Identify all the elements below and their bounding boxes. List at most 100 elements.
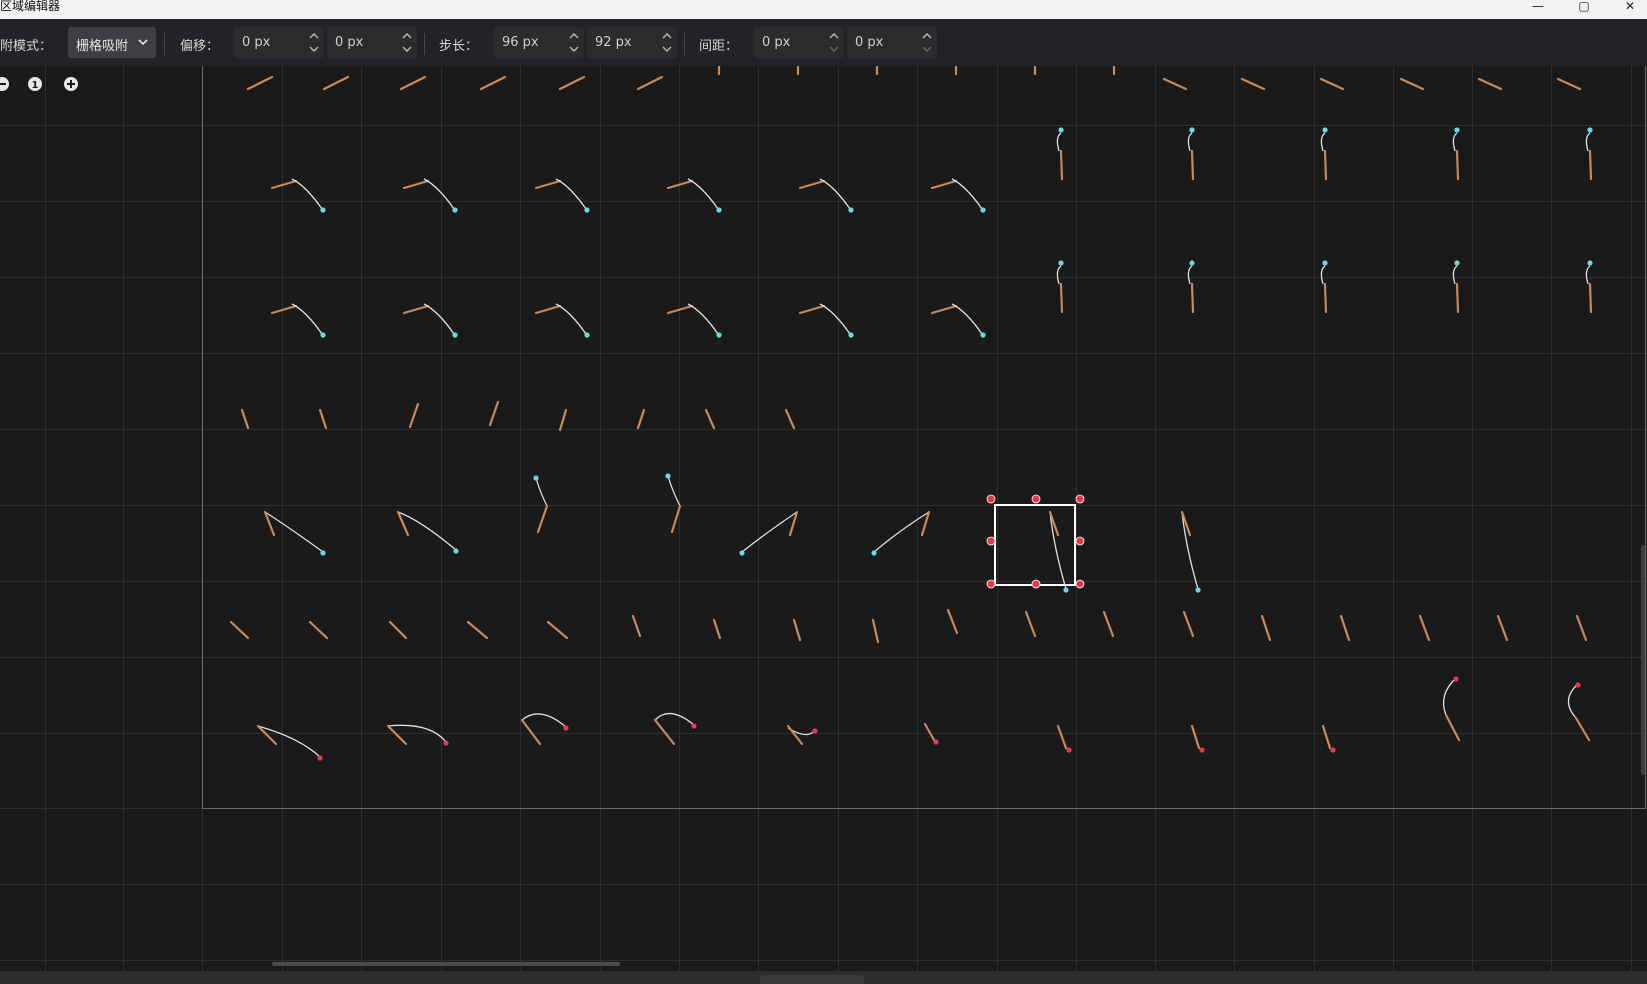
rod-sprite — [1321, 724, 1332, 750]
fishing-line-sprite — [687, 178, 719, 210]
sprite-sheet-canvas[interactable]: 1 — [0, 66, 1647, 971]
toolbar-divider — [164, 33, 165, 55]
window-title: 区域编辑器 — [0, 0, 61, 13]
hook-sprite — [1199, 747, 1205, 753]
selection-outline[interactable] — [994, 504, 1076, 586]
resize-handle[interactable] — [1075, 536, 1085, 546]
snap-mode-select[interactable]: 栅格吸附 — [68, 27, 156, 58]
hook-sprite — [980, 332, 986, 338]
resize-handle[interactable] — [1031, 579, 1041, 589]
grid-lines — [0, 66, 1647, 971]
rod-sprite — [246, 75, 274, 91]
rod-sprite — [1588, 282, 1593, 314]
vertical-scrollbar[interactable] — [1641, 545, 1645, 775]
rod-sprite — [322, 75, 350, 91]
hook-sprite — [1063, 587, 1069, 593]
hook-sprite — [739, 550, 745, 556]
selection-box[interactable] — [986, 494, 1085, 589]
close-button[interactable]: ✕ — [1622, 0, 1638, 15]
hook-sprite — [812, 728, 818, 734]
chevron-up-icon[interactable] — [917, 28, 937, 43]
rod-sprite — [1102, 610, 1115, 638]
hook-sprite — [584, 332, 590, 338]
chevron-up-icon[interactable] — [564, 28, 584, 43]
chevron-down-icon[interactable] — [304, 42, 324, 57]
hook-sprite — [584, 207, 590, 213]
hook-sprite — [871, 550, 877, 556]
fishing-line-sprite — [1585, 132, 1591, 152]
fishing-line-sprite — [1442, 677, 1457, 716]
hook-sprite — [320, 207, 326, 213]
maximize-button[interactable]: ▢ — [1576, 0, 1592, 15]
zoom-reset-label: 1 — [32, 80, 39, 91]
rod-sprite — [631, 614, 642, 638]
resize-handle[interactable] — [1031, 494, 1041, 504]
minimize-button[interactable]: — — [1530, 0, 1546, 15]
hook-sprite — [1195, 587, 1201, 593]
chevron-down-icon[interactable] — [397, 42, 417, 57]
chevron-up-icon[interactable] — [824, 28, 844, 43]
rod-sprite — [402, 179, 430, 190]
chevron-up-icon[interactable] — [657, 28, 677, 43]
step-x-spinbox[interactable]: 96 px — [494, 27, 584, 58]
fishing-line-sprite — [951, 178, 983, 210]
hook-sprite — [848, 207, 854, 213]
fishing-line-sprite — [1181, 511, 1199, 590]
chevron-up-icon[interactable] — [397, 28, 417, 43]
offset-x-spinbox[interactable]: 0 px — [234, 27, 324, 58]
resize-handle[interactable] — [1075, 494, 1085, 504]
rod-sprite — [1455, 282, 1460, 314]
offset-x-value: 0 px — [242, 35, 271, 50]
fishing-line-sprite — [423, 303, 455, 335]
chevron-up-icon[interactable] — [304, 28, 324, 43]
resize-handle[interactable] — [986, 494, 996, 504]
spacing-x-spinbox[interactable]: 0 px — [754, 27, 844, 58]
rod-sprite — [229, 620, 250, 640]
step-y-spinbox[interactable]: 92 px — [587, 27, 677, 58]
rod-sprite — [930, 179, 958, 190]
fishing-line-sprite — [1056, 132, 1062, 152]
spacing-y-spinbox[interactable]: 0 px — [847, 27, 937, 58]
hook-sprite — [452, 332, 458, 338]
hook-sprite — [1322, 127, 1328, 133]
chevron-down-icon[interactable] — [657, 42, 677, 57]
rod-sprite — [1190, 149, 1195, 181]
rod-sprite — [308, 620, 329, 640]
hook-sprite — [691, 723, 697, 729]
rod-sprite — [1190, 282, 1195, 314]
rod-sprite — [1588, 149, 1593, 181]
horizontal-scrollbar[interactable] — [272, 962, 620, 966]
offset-y-spinbox[interactable]: 0 px — [327, 27, 417, 58]
rod-sprite — [792, 618, 802, 642]
rod-sprite — [402, 304, 430, 315]
fishing-line-sprite — [819, 303, 851, 335]
zoom-out-button[interactable] — [0, 77, 9, 91]
rod-sprite — [1399, 77, 1425, 91]
zoom-reset-button[interactable]: 1 — [28, 77, 42, 91]
resize-handle[interactable] — [1075, 579, 1085, 589]
fishing-line-sprite — [521, 713, 567, 728]
spacing-label: 间距： — [699, 39, 739, 54]
rod-sprite — [946, 608, 959, 635]
rod-sprite — [408, 402, 420, 429]
rod-sprite — [786, 724, 804, 746]
hook-sprite — [452, 207, 458, 213]
hook-sprite — [1454, 260, 1460, 266]
chevron-down-icon[interactable] — [564, 42, 584, 57]
fishing-line-sprite — [819, 178, 851, 210]
hook-sprite — [1189, 127, 1195, 133]
fishing-line-sprite — [1049, 511, 1067, 590]
hook-sprite — [665, 473, 671, 479]
hook-sprite — [453, 548, 459, 554]
zoom-in-button[interactable] — [64, 77, 78, 91]
toolbar-divider — [424, 33, 425, 55]
resize-handle[interactable] — [986, 536, 996, 546]
fishing-line-sprite — [291, 178, 323, 210]
rod-sprite — [534, 179, 562, 190]
rod-sprite — [871, 618, 880, 644]
fishing-line-sprite — [667, 475, 681, 507]
resize-handle[interactable] — [986, 579, 996, 589]
panel-resize-handle[interactable] — [760, 975, 864, 984]
fishing-line-sprite — [1567, 683, 1579, 719]
rod-sprite — [923, 722, 936, 742]
